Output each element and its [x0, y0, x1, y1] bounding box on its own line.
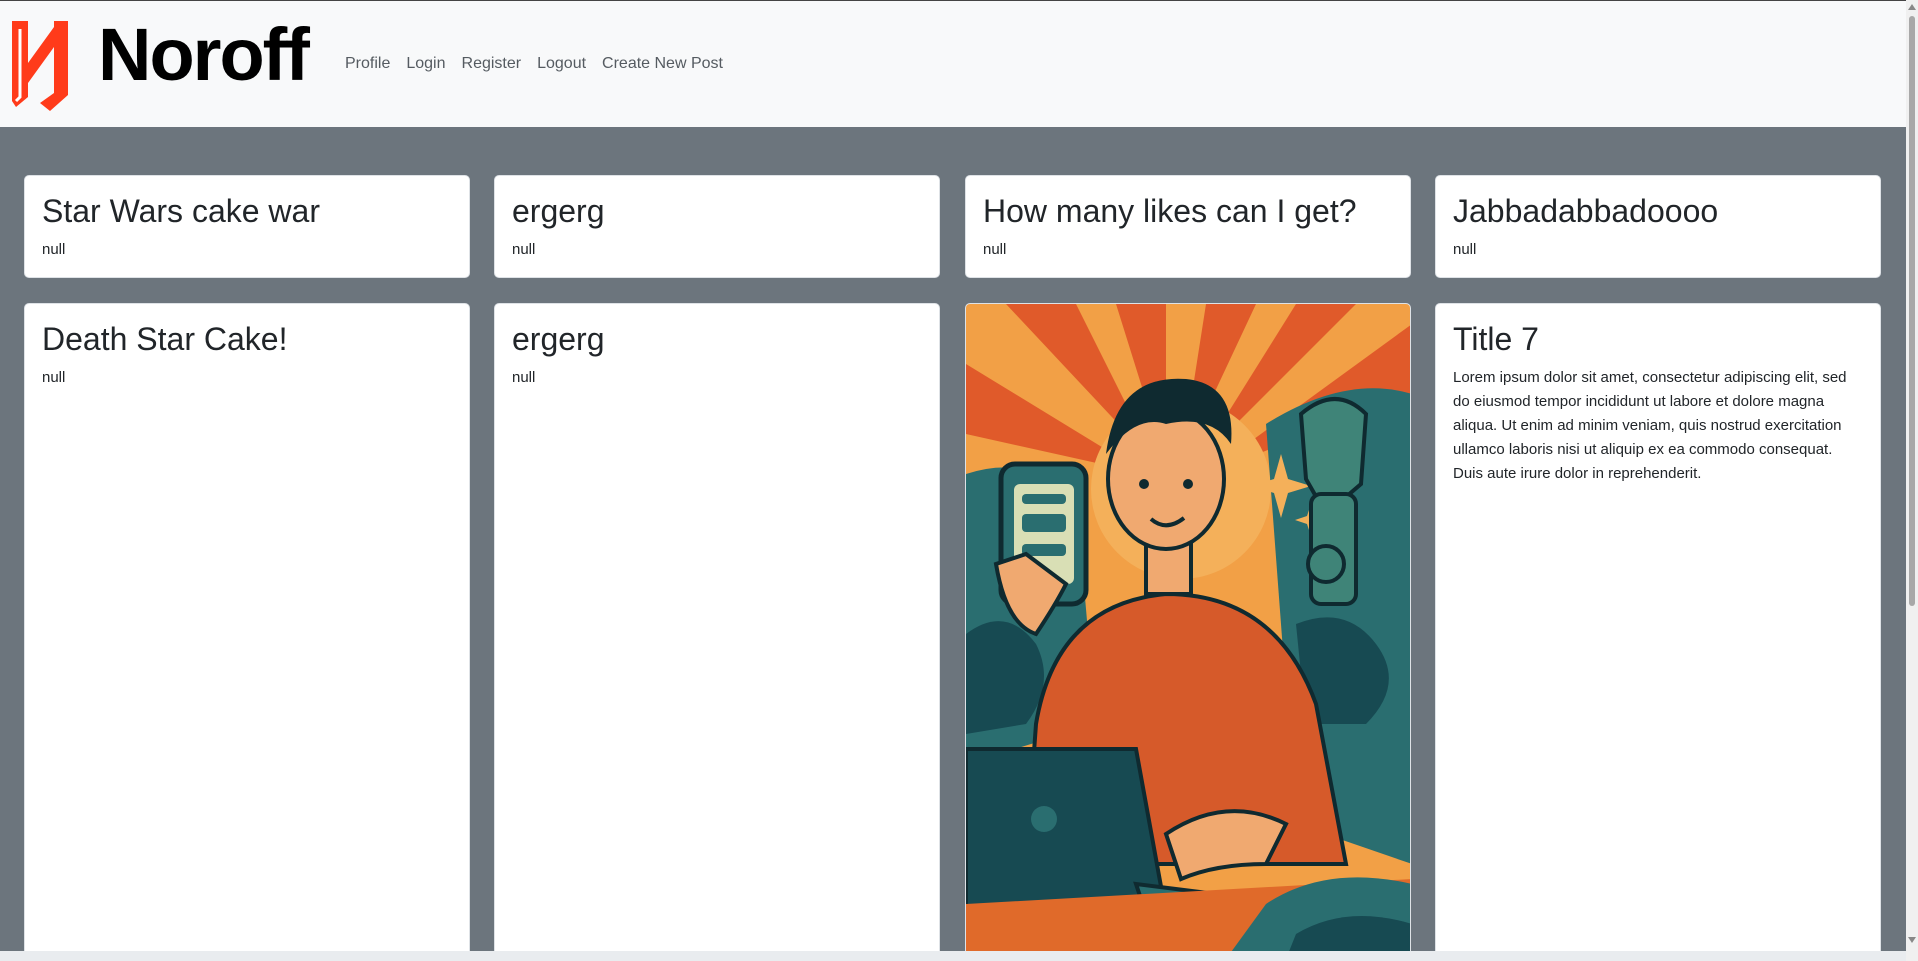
- scroll-thumb[interactable]: [1909, 16, 1915, 606]
- post-body: null: [42, 369, 66, 387]
- post-card[interactable]: How many likes can I get? null: [965, 175, 1411, 278]
- post-title: Star Wars cake war: [42, 193, 320, 229]
- vertical-scrollbar[interactable]: [1906, 0, 1918, 961]
- post-card[interactable]: Jabbadabbadoooo null: [1435, 175, 1881, 278]
- brand-link[interactable]: Noroff: [10, 13, 310, 113]
- post-card[interactable]: ergerg null: [494, 303, 940, 958]
- post-card[interactable]: Death Star Cake! null: [24, 303, 470, 958]
- post-body: null: [983, 241, 1007, 259]
- post-illustration-image: [966, 304, 1410, 957]
- nav-link-create-post[interactable]: Create New Post: [602, 55, 723, 73]
- scroll-up-arrow-icon[interactable]: [1908, 4, 1916, 10]
- scroll-down-arrow-icon[interactable]: [1908, 937, 1916, 943]
- post-card[interactable]: Star Wars cake war null: [24, 175, 470, 278]
- post-title: ergerg: [512, 193, 605, 229]
- post-card-image[interactable]: [965, 303, 1411, 958]
- post-title: How many likes can I get?: [983, 193, 1357, 229]
- post-title: ergerg: [512, 321, 605, 357]
- navbar: Noroff Profile Login Register Logout Cre…: [0, 0, 1906, 127]
- post-body: null: [512, 369, 536, 387]
- post-body: null: [42, 241, 66, 259]
- post-body: null: [1453, 241, 1477, 259]
- post-card[interactable]: Title 7 Lorem ipsum dolor sit amet, cons…: [1435, 303, 1881, 958]
- post-title: Death Star Cake!: [42, 321, 288, 357]
- post-title: Title 7: [1453, 321, 1539, 357]
- noroff-logo-icon: [12, 21, 68, 111]
- brand-name: Noroff: [98, 13, 310, 96]
- nav-link-logout[interactable]: Logout: [537, 55, 586, 73]
- nav-link-login[interactable]: Login: [406, 55, 445, 73]
- post-body: null: [512, 241, 536, 259]
- nav-link-register[interactable]: Register: [462, 55, 522, 73]
- nav-link-profile[interactable]: Profile: [345, 55, 390, 73]
- post-body: Lorem ipsum dolor sit amet, consectetur …: [1453, 369, 1847, 483]
- nav-links: Profile Login Register Logout Create New…: [345, 55, 739, 73]
- post-title: Jabbadabbadoooo: [1453, 193, 1719, 229]
- bottom-bar: [0, 951, 1906, 961]
- post-card[interactable]: ergerg null: [494, 175, 940, 278]
